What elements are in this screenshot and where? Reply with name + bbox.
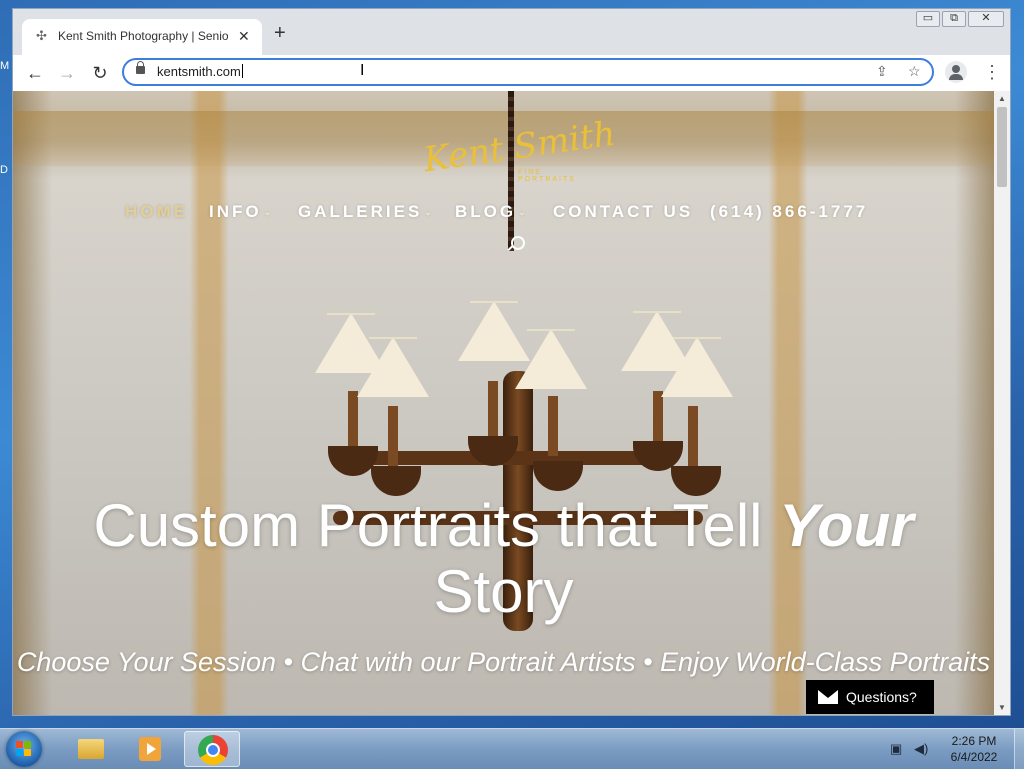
questions-label: Questions? [846, 689, 917, 705]
page-viewport: Kent Smith FINE PORTRAITS HOME INFO ⌄ GAL… [13, 91, 994, 715]
maximize-button[interactable]: ⧉ [942, 11, 966, 27]
scroll-down-icon[interactable]: ▼ [998, 703, 1006, 712]
desktop-icon-label[interactable]: D [0, 164, 8, 176]
questions-chat-button[interactable]: Questions? [806, 680, 934, 714]
search-icon[interactable] [511, 236, 525, 250]
vertical-scrollbar[interactable]: ▲ ▼ [994, 91, 1010, 715]
site-logo[interactable]: Kent Smith FINE PORTRAITS [421, 114, 618, 191]
favicon-icon: ✣ [36, 28, 47, 43]
hero-subtitle: Choose Your Session • Chat with our Port… [16, 647, 991, 677]
nav-blog[interactable]: BLOG ⌄ [455, 202, 526, 222]
nav-phone[interactable]: (614) 866-1777 [710, 202, 868, 222]
nav-contact-us[interactable]: CONTACT US [553, 202, 693, 222]
text-cursor-icon: I [360, 62, 365, 79]
back-button[interactable]: ← [23, 61, 47, 85]
scroll-thumb[interactable] [997, 107, 1007, 187]
desktop-icon-label[interactable]: M [0, 60, 9, 72]
site-nav: HOME INFO ⌄ GALLERIES ⌄ BLOG ⌄ CONTACT US (… [13, 202, 994, 222]
close-window-button[interactable]: ✕ [968, 11, 1004, 27]
nav-info[interactable]: INFO ⌄ [209, 202, 271, 222]
network-icon[interactable]: ▣ [890, 741, 902, 757]
browser-tab[interactable]: ✣ Kent Smith Photography | Senior ✕ [22, 19, 262, 55]
minimize-button[interactable]: ▭ [916, 11, 940, 27]
logo-subtext: FINE PORTRAITS [518, 169, 576, 183]
envelope-icon [818, 690, 838, 704]
windows-logo-icon [16, 741, 32, 757]
tab-close-icon[interactable]: ✕ [238, 28, 250, 45]
nav-home[interactable]: HOME [125, 202, 188, 222]
forward-button[interactable]: → [55, 61, 79, 85]
bookmark-star-icon[interactable]: ☆ [908, 63, 921, 80]
media-player-icon [139, 737, 161, 761]
system-clock[interactable]: 2:26 PM 6/4/2022 [945, 733, 1003, 765]
menu-icon[interactable]: ⋮ [983, 61, 1001, 83]
chevron-down-icon: ⌄ [518, 207, 526, 217]
tab-title: Kent Smith Photography | Senior [58, 29, 228, 43]
profile-icon[interactable] [945, 61, 967, 83]
browser-window: ✣ Kent Smith Photography | Senior ✕ + ▭ … [12, 8, 1011, 716]
new-tab-button[interactable]: + [274, 23, 286, 43]
scroll-up-icon[interactable]: ▲ [998, 94, 1006, 103]
volume-icon[interactable]: ◀) [914, 741, 928, 757]
address-bar[interactable]: kentsmith.com I ⇪ ☆ [122, 58, 934, 86]
chevron-down-icon: ⌄ [424, 207, 432, 217]
tab-strip: ✣ Kent Smith Photography | Senior ✕ + ▭ … [13, 9, 1010, 55]
clock-time: 2:26 PM [951, 734, 997, 748]
nav-galleries[interactable]: GALLERIES ⌄ [298, 202, 432, 222]
start-button[interactable] [6, 731, 42, 767]
share-icon[interactable]: ⇪ [876, 63, 888, 80]
folder-icon [78, 739, 104, 759]
chevron-down-icon: ⌄ [263, 207, 272, 217]
browser-toolbar: ← → ↻ kentsmith.com I ⇪ ☆ ⋮ [13, 55, 1010, 92]
chrome-icon [198, 735, 228, 765]
taskbar-media-player[interactable] [122, 731, 178, 767]
taskbar-explorer[interactable] [62, 731, 118, 767]
hero-title: Custom Portraits that Tell Your Story [93, 492, 914, 625]
url-text[interactable]: kentsmith.com [157, 64, 243, 79]
show-desktop-button[interactable] [1014, 729, 1024, 769]
taskbar: ▣ ◀) 2:26 PM 6/4/2022 [0, 728, 1024, 769]
clock-date: 6/4/2022 [950, 750, 998, 764]
reload-button[interactable]: ↻ [88, 61, 112, 85]
lock-icon[interactable] [136, 61, 145, 74]
taskbar-chrome[interactable] [184, 731, 240, 767]
